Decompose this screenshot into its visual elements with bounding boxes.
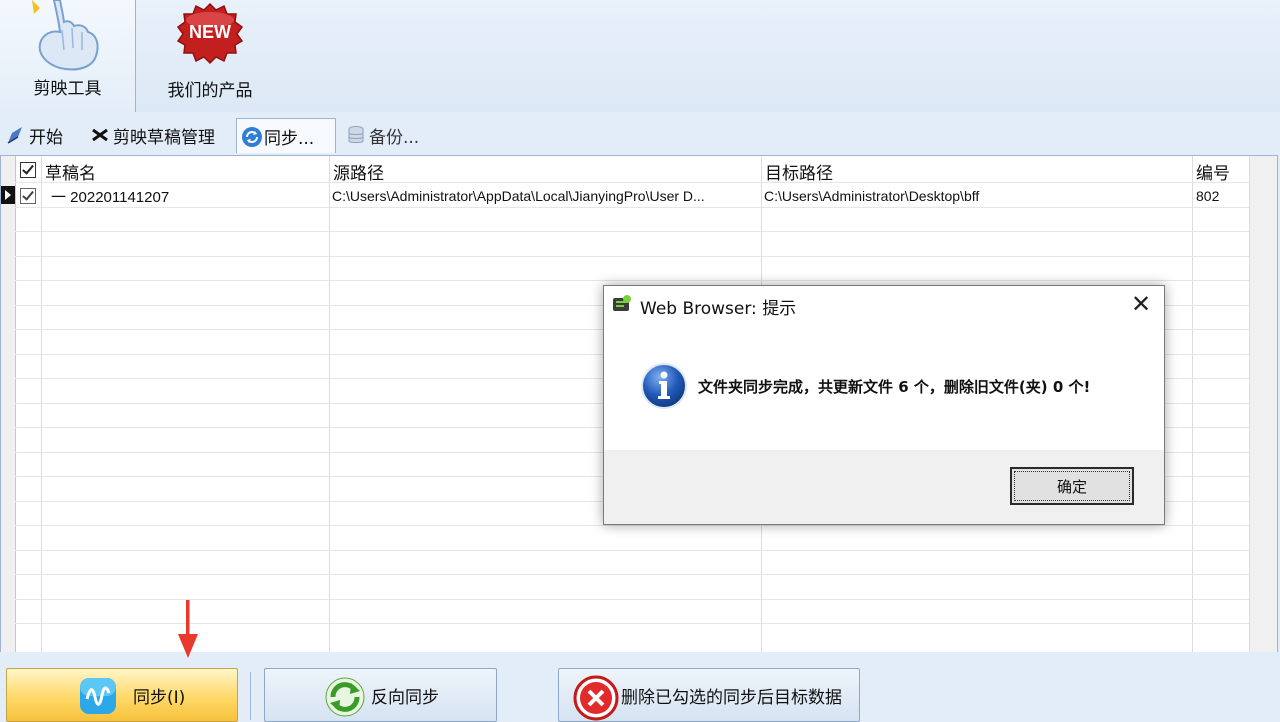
vertical-scrollbar[interactable] xyxy=(1249,156,1277,652)
tools-label: 剪映工具 xyxy=(33,79,102,99)
tab-sync-label: 同步... xyxy=(264,128,315,149)
close-icon[interactable]: ✕ xyxy=(1118,286,1164,322)
row-id: 802 xyxy=(1196,188,1220,204)
col-header-target[interactable]: 目标路径 xyxy=(765,159,833,184)
app-icon xyxy=(613,295,631,311)
row-checkbox[interactable] xyxy=(20,188,36,204)
reverse-sync-label: 反向同步 xyxy=(371,687,439,708)
refresh-green-icon xyxy=(325,677,365,717)
tab-draft-manager[interactable]: 剪映草稿管理 xyxy=(86,120,219,150)
col-header-name[interactable]: 草稿名 xyxy=(45,159,96,184)
ribbon: 剪映工具 NEW 我们的产品 xyxy=(0,0,1280,113)
ok-button-label: 确定 xyxy=(1056,477,1087,496)
bottom-toolbar: 同步(I) 反向同步 删除已勾选的同步后目标数据 xyxy=(0,652,1280,722)
database-icon xyxy=(346,125,366,145)
tab-backup-label: 备份... xyxy=(369,127,420,148)
delete-target-data-button[interactable]: 删除已勾选的同步后目标数据 xyxy=(558,668,860,722)
tab-draft-manager-label: 剪映草稿管理 xyxy=(113,127,215,148)
tab-bar: 开始 剪映草稿管理 同步... 备份... xyxy=(0,112,1280,154)
tab-start-label: 开始 xyxy=(29,127,63,148)
toolbar-separator xyxy=(250,672,251,720)
row-source-path: C:\Users\Administrator\AppData\Local\Jia… xyxy=(332,188,705,204)
new-badge-icon: NEW xyxy=(176,2,244,65)
pen-icon xyxy=(6,125,26,145)
sync-button[interactable]: 同步(I) xyxy=(6,668,238,722)
products-label: 我们的产品 xyxy=(167,81,253,101)
delete-x-icon xyxy=(573,675,619,721)
reverse-sync-button[interactable]: 反向同步 xyxy=(264,668,497,722)
sync-wave-icon xyxy=(80,678,116,714)
delete-target-data-label: 删除已勾选的同步后目标数据 xyxy=(621,687,842,708)
tab-sync[interactable]: 同步... xyxy=(236,118,336,153)
col-header-id[interactable]: 编号 xyxy=(1196,159,1230,184)
hand-pointer-icon xyxy=(32,0,99,71)
sync-icon xyxy=(241,126,262,147)
sync-button-label: 同步(I) xyxy=(133,687,186,708)
red-arrow-icon xyxy=(178,600,198,658)
info-dialog: Web Browser: 提示 ✕ 文件夹同步完成，共更新文件 6 个，删除旧文… xyxy=(603,285,1165,525)
select-all-checkbox[interactable] xyxy=(20,162,36,178)
row-draft-name: 一 202201141207 xyxy=(51,189,170,206)
row-target-path: C:\Users\Administrator\Desktop\bff xyxy=(764,188,980,204)
dialog-message: 文件夹同步完成，共更新文件 6 个，删除旧文件(夹) 0 个! xyxy=(698,378,1091,396)
row-header-column xyxy=(1,156,16,652)
new-badge-text: NEW xyxy=(189,22,231,42)
dialog-footer: 确定 xyxy=(604,450,1164,524)
capcut-icon xyxy=(90,125,110,145)
ok-button[interactable]: 确定 xyxy=(1010,467,1134,505)
tab-backup[interactable]: 备份... xyxy=(342,120,423,150)
current-row-indicator-icon xyxy=(1,186,15,204)
products-ribbon-button[interactable]: NEW 我们的产品 xyxy=(150,0,270,112)
tab-start[interactable]: 开始 xyxy=(2,120,67,150)
info-icon xyxy=(641,363,687,409)
dialog-title-bar[interactable]: Web Browser: 提示 ✕ xyxy=(604,286,1164,322)
col-header-source[interactable]: 源路径 xyxy=(333,159,384,184)
dialog-title: Web Browser: 提示 xyxy=(640,299,797,319)
tools-ribbon-button[interactable]: 剪映工具 xyxy=(0,0,136,112)
